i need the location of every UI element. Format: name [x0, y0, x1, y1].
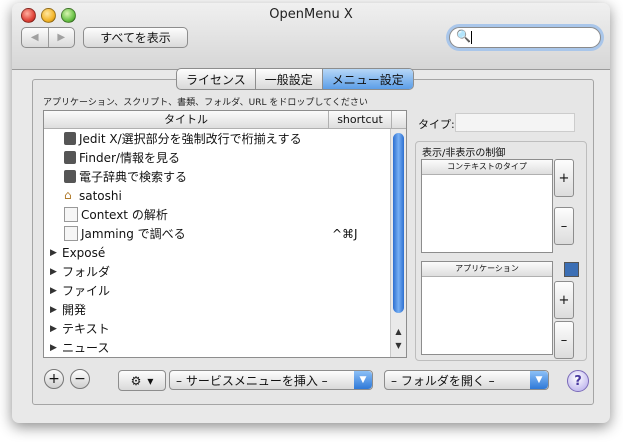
type-label: タイプ:: [418, 118, 455, 131]
table-row[interactable]: Jedit X/選択部分を強制改行で桁揃えする: [44, 129, 390, 148]
row-title: 開発: [62, 303, 87, 317]
script-icon: [64, 132, 76, 145]
title-bar: OpenMenu X ◀ ▶ すべてを表示 🔍: [12, 3, 610, 70]
table-row[interactable]: ▶ フォルダ: [44, 262, 390, 281]
popup-arrow-icon: ▼: [354, 371, 372, 389]
tab-general[interactable]: 一般設定: [254, 69, 322, 89]
show-all-button[interactable]: すべてを表示: [83, 27, 188, 48]
scroll-up-arrow-icon[interactable]: ▲: [391, 327, 406, 341]
table-row[interactable]: Finder/情報を見る: [44, 148, 390, 167]
tab-license[interactable]: ライセンス: [177, 69, 255, 89]
add-context-type-button[interactable]: +: [554, 159, 574, 197]
table-row[interactable]: 電子辞典で検索する: [44, 167, 390, 186]
action-menu-button[interactable]: ⚙ ▾: [118, 370, 166, 391]
popup-arrow-icon: ▼: [530, 371, 548, 389]
disclosure-triangle-icon[interactable]: ▶: [50, 343, 62, 353]
table-row[interactable]: ▶ ニュース: [44, 338, 390, 357]
script-icon: [64, 151, 76, 164]
remove-application-button[interactable]: –: [554, 321, 574, 359]
context-types-header: コンテキストのタイプ: [422, 160, 552, 175]
gear-icon: ⚙: [130, 373, 142, 388]
services-menu-value: – サービスメニューを挿入 –: [176, 373, 328, 388]
vertical-scrollbar[interactable]: ▲ ▼: [390, 129, 406, 357]
table-row[interactable]: ⌂ satoshi: [44, 186, 390, 205]
table-body: Jedit X/選択部分を強制改行で桁揃えする Finder/情報を見る 電子辞…: [44, 129, 390, 357]
tab-menu-settings[interactable]: メニュー設定: [321, 69, 413, 89]
visibility-control-title: 表示/非表示の制御: [422, 148, 506, 159]
table-row[interactable]: ▶ 開発: [44, 300, 390, 319]
table-row[interactable]: ▶ Exposé: [44, 243, 390, 262]
row-title: テキスト: [62, 322, 110, 336]
row-shortcut: ^⌘J: [331, 226, 358, 241]
preferences-window: OpenMenu X ◀ ▶ すべてを表示 🔍 ライセンス 一般設定 メニュー設…: [12, 3, 610, 423]
window-title: OpenMenu X: [269, 7, 353, 22]
table-row[interactable]: ▶ ファイル: [44, 281, 390, 300]
row-title: フォルダ: [62, 265, 111, 279]
open-folder-popup[interactable]: – フォルダを開く – ▼: [384, 370, 549, 390]
row-title: Finder/情報を見る: [79, 151, 180, 165]
table-row[interactable]: Context の解析: [44, 205, 390, 224]
column-shortcut-header[interactable]: shortcut: [329, 111, 392, 128]
back-arrow-icon[interactable]: ◀: [22, 28, 48, 47]
row-title: ニュース: [62, 341, 110, 355]
row-title: 電子辞典で検索する: [79, 170, 188, 184]
disclosure-triangle-icon[interactable]: ▶: [50, 305, 62, 315]
chevron-down-icon: ▾: [147, 373, 154, 388]
add-application-button[interactable]: +: [554, 281, 574, 319]
search-field[interactable]: 🔍: [449, 27, 601, 48]
remove-item-button[interactable]: −: [70, 369, 90, 389]
applications-header: アプリケーション: [422, 262, 552, 277]
services-menu-popup[interactable]: – サービスメニューを挿入 – ▼: [169, 370, 373, 390]
drop-hint: アプリケーション、スクリプト、書類、フォルダ、URL をドロップしてください: [43, 98, 368, 108]
document-icon: [64, 207, 78, 222]
add-item-button[interactable]: +: [44, 369, 64, 389]
search-icon: 🔍: [456, 29, 471, 43]
row-title: satoshi: [79, 188, 122, 203]
scroll-thumb[interactable]: [393, 133, 404, 313]
menu-items-table[interactable]: タイトル shortcut Jedit X/選択部分を強制改行で桁揃えする Fi…: [43, 110, 407, 358]
context-types-list[interactable]: コンテキストのタイプ: [421, 159, 553, 253]
forward-arrow-icon[interactable]: ▶: [47, 28, 75, 47]
scroll-down-arrow-icon[interactable]: ▼: [391, 341, 406, 355]
row-title: Jedit X/選択部分を強制改行で桁揃えする: [79, 132, 302, 146]
home-folder-icon: ⌂: [64, 188, 72, 202]
disclosure-triangle-icon[interactable]: ▶: [50, 324, 62, 334]
text-caret: [471, 31, 472, 44]
open-folder-value: – フォルダを開く –: [391, 373, 495, 388]
type-field[interactable]: [455, 113, 575, 132]
tab-bar: ライセンス 一般設定 メニュー設定: [176, 68, 414, 90]
row-title: Context の解析: [81, 208, 168, 222]
disclosure-triangle-icon[interactable]: ▶: [50, 267, 62, 277]
disclosure-triangle-icon[interactable]: ▶: [50, 286, 62, 296]
row-title: Exposé: [62, 245, 106, 260]
table-row[interactable]: Jamming で調べる ^⌘J: [44, 224, 390, 243]
script-icon: [64, 170, 76, 183]
row-title: ファイル: [62, 284, 111, 298]
application-picker-icon[interactable]: [564, 262, 579, 277]
disclosure-triangle-icon[interactable]: ▶: [50, 248, 62, 258]
row-title: Jamming で調べる: [81, 227, 186, 241]
applications-list[interactable]: アプリケーション: [421, 261, 553, 355]
document-icon: [64, 226, 78, 241]
help-button[interactable]: ?: [567, 370, 589, 392]
column-title-header[interactable]: タイトル: [44, 111, 329, 128]
remove-context-type-button[interactable]: –: [554, 207, 574, 245]
table-header: タイトル shortcut: [44, 111, 406, 129]
table-row[interactable]: ▶ テキスト: [44, 319, 390, 338]
back-forward-control[interactable]: ◀ ▶: [21, 27, 75, 48]
